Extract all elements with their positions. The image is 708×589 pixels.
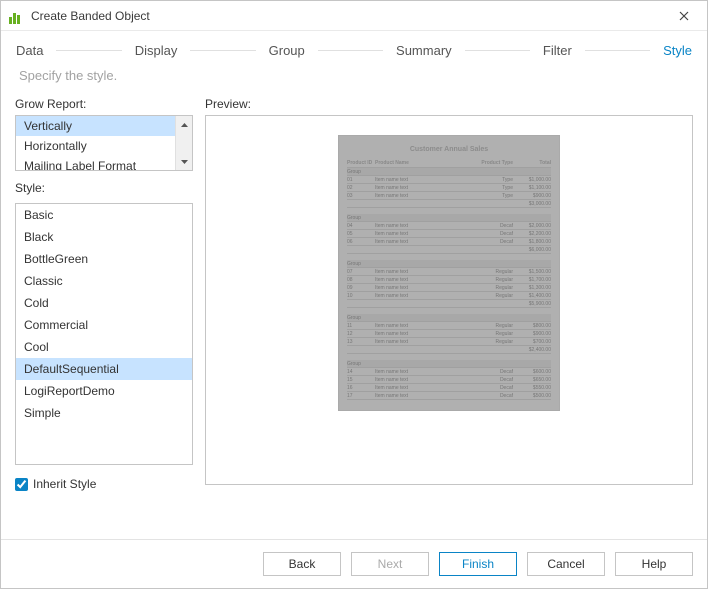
style-option-defaultsequential[interactable]: DefaultSequential [16, 358, 192, 380]
grow-option-mailing-label[interactable]: Mailing Label Format [16, 156, 175, 170]
grow-report-listbox[interactable]: Vertically Horizontally Mailing Label Fo… [15, 115, 193, 171]
style-option-cool[interactable]: Cool [16, 336, 192, 358]
style-option-logireportdemo[interactable]: LogiReportDemo [16, 380, 192, 402]
close-button[interactable] [669, 1, 699, 31]
close-icon [679, 11, 689, 21]
help-button[interactable]: Help [615, 552, 693, 576]
scroll-down-icon[interactable] [176, 153, 192, 170]
cancel-button[interactable]: Cancel [527, 552, 605, 576]
app-icon [9, 8, 25, 24]
style-option-bottlegreen[interactable]: BottleGreen [16, 248, 192, 270]
style-option-cold[interactable]: Cold [16, 292, 192, 314]
preview-title: Customer Annual Sales [347, 146, 551, 153]
tab-group[interactable]: Group [268, 41, 306, 60]
style-option-commercial[interactable]: Commercial [16, 314, 192, 336]
scroll-up-icon[interactable] [176, 116, 192, 133]
grow-scrollbar[interactable] [175, 116, 192, 170]
style-option-black[interactable]: Black [16, 226, 192, 248]
inherit-style-label: Inherit Style [33, 477, 96, 491]
style-option-classic[interactable]: Classic [16, 270, 192, 292]
finish-button[interactable]: Finish [439, 552, 517, 576]
right-column: Preview: Customer Annual Sales Product I… [205, 97, 693, 531]
style-option-basic[interactable]: Basic [16, 204, 192, 226]
tab-data[interactable]: Data [15, 41, 44, 60]
tab-display[interactable]: Display [134, 41, 179, 60]
preview-label: Preview: [205, 97, 693, 111]
preview-page: Customer Annual Sales Product IDProduct … [339, 136, 559, 410]
next-button: Next [351, 552, 429, 576]
grow-option-horizontally[interactable]: Horizontally [16, 136, 175, 156]
window-title: Create Banded Object [31, 9, 150, 23]
tab-style[interactable]: Style [662, 41, 693, 60]
style-listbox[interactable]: Basic Black BottleGreen Classic Cold Com… [15, 203, 193, 465]
tab-summary[interactable]: Summary [395, 41, 453, 60]
dialog-footer: Back Next Finish Cancel Help [1, 539, 707, 588]
grow-report-label: Grow Report: [15, 97, 193, 111]
left-column: Grow Report: Vertically Horizontally Mai… [15, 97, 193, 531]
dialog-window: Create Banded Object Data Display Group … [0, 0, 708, 589]
style-label: Style: [15, 181, 193, 195]
style-option-simple[interactable]: Simple [16, 402, 192, 424]
page-subtitle: Specify the style. [1, 68, 707, 97]
back-button[interactable]: Back [263, 552, 341, 576]
tab-filter[interactable]: Filter [542, 41, 573, 60]
grow-option-vertically[interactable]: Vertically [16, 116, 175, 136]
body-area: Grow Report: Vertically Horizontally Mai… [1, 97, 707, 539]
wizard-tabs: Data Display Group Summary Filter Style [1, 31, 707, 68]
titlebar: Create Banded Object [1, 1, 707, 31]
preview-panel: Customer Annual Sales Product IDProduct … [205, 115, 693, 485]
inherit-style-checkbox[interactable] [15, 478, 28, 491]
inherit-style-row[interactable]: Inherit Style [15, 477, 193, 491]
